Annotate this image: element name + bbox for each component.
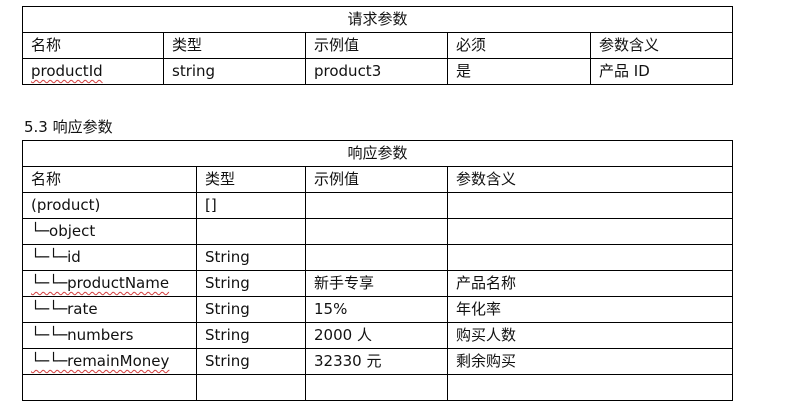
column-header: 类型: [163, 32, 306, 59]
column-header: 名称: [22, 166, 197, 193]
table-cell: String: [196, 322, 306, 349]
table-cell: 2000 人: [305, 322, 448, 349]
table-cell: (product): [22, 192, 197, 219]
table-cell: [22, 374, 197, 401]
table-cell: []: [196, 192, 306, 219]
table-cell: string: [163, 58, 306, 85]
request-params-table: 请求参数 名称 类型 示例值 必须 参数含义 productId string …: [22, 6, 733, 85]
table-cell: 是: [447, 58, 591, 85]
table-cell: [446, 192, 734, 219]
table-cell: String: [196, 348, 306, 375]
table-row: └─└─id String: [22, 244, 734, 271]
column-header: 类型: [196, 166, 306, 193]
table-cell: └─└─numbers: [22, 322, 197, 349]
table-cell: [305, 192, 448, 219]
column-header: 名称: [22, 32, 164, 59]
table-title-row: 响应参数: [21, 140, 734, 167]
table-cell: [196, 218, 306, 245]
table-cell: [305, 374, 448, 401]
table-cell: [446, 218, 734, 245]
table-row: └─└─remainMoney String 32330 元 剩余购买: [22, 348, 734, 375]
table-cell: [446, 244, 734, 271]
table-row: (product) []: [22, 192, 734, 219]
response-params-table: 响应参数 名称 类型 示例值 参数含义 (product) [] └─objec…: [21, 140, 734, 401]
table-row: productId string product3 是 产品 ID: [22, 58, 733, 85]
table-cell: productId: [22, 58, 164, 85]
table-header-row: 名称 类型 示例值 必须 参数含义: [22, 32, 733, 59]
table-cell: [446, 374, 734, 401]
table-cell: └─└─rate: [22, 296, 197, 323]
table-cell: String: [196, 270, 306, 297]
table-row: └─└─rate String 15% 年化率: [22, 296, 734, 323]
table-cell: 新手专享: [305, 270, 448, 297]
table-cell: └─└─id: [22, 244, 197, 271]
table-cell: String: [196, 296, 306, 323]
table-cell: └─└─productName: [22, 270, 197, 297]
table-header-row: 名称 类型 示例值 参数含义: [22, 166, 734, 193]
column-header: 参数含义: [446, 166, 734, 193]
table-cell: └─└─remainMoney: [22, 348, 197, 375]
table-row: └─└─productName String 新手专享 产品名称: [22, 270, 734, 297]
column-header: 参数含义: [590, 32, 733, 59]
table-cell: 购买人数: [446, 322, 734, 349]
param-name: └─└─remainMoney: [31, 352, 170, 370]
param-name: └─└─productName: [31, 274, 170, 292]
table-cell: 产品 ID: [590, 58, 733, 85]
table-cell: └─object: [22, 218, 197, 245]
table-title-row: 请求参数: [22, 6, 733, 33]
table-cell: 产品名称: [446, 270, 734, 297]
table-title: 响应参数: [21, 140, 734, 167]
table-row: [22, 374, 734, 401]
column-header: 示例值: [305, 166, 448, 193]
column-header: 必须: [447, 32, 591, 59]
table-cell: [305, 218, 448, 245]
section-heading: 5.3 响应参数: [24, 118, 113, 136]
table-row: └─object: [22, 218, 734, 245]
table-cell: 年化率: [446, 296, 734, 323]
table-cell: [305, 244, 448, 271]
table-cell: String: [196, 244, 306, 271]
param-name: productId: [31, 62, 103, 80]
table-cell: [196, 374, 306, 401]
table-cell: 15%: [305, 296, 448, 323]
table-cell: 32330 元: [305, 348, 448, 375]
table-title: 请求参数: [22, 6, 733, 33]
column-header: 示例值: [305, 32, 448, 59]
table-cell: product3: [305, 58, 448, 85]
table-cell: 剩余购买: [446, 348, 734, 375]
table-row: └─└─numbers String 2000 人 购买人数: [22, 322, 734, 349]
